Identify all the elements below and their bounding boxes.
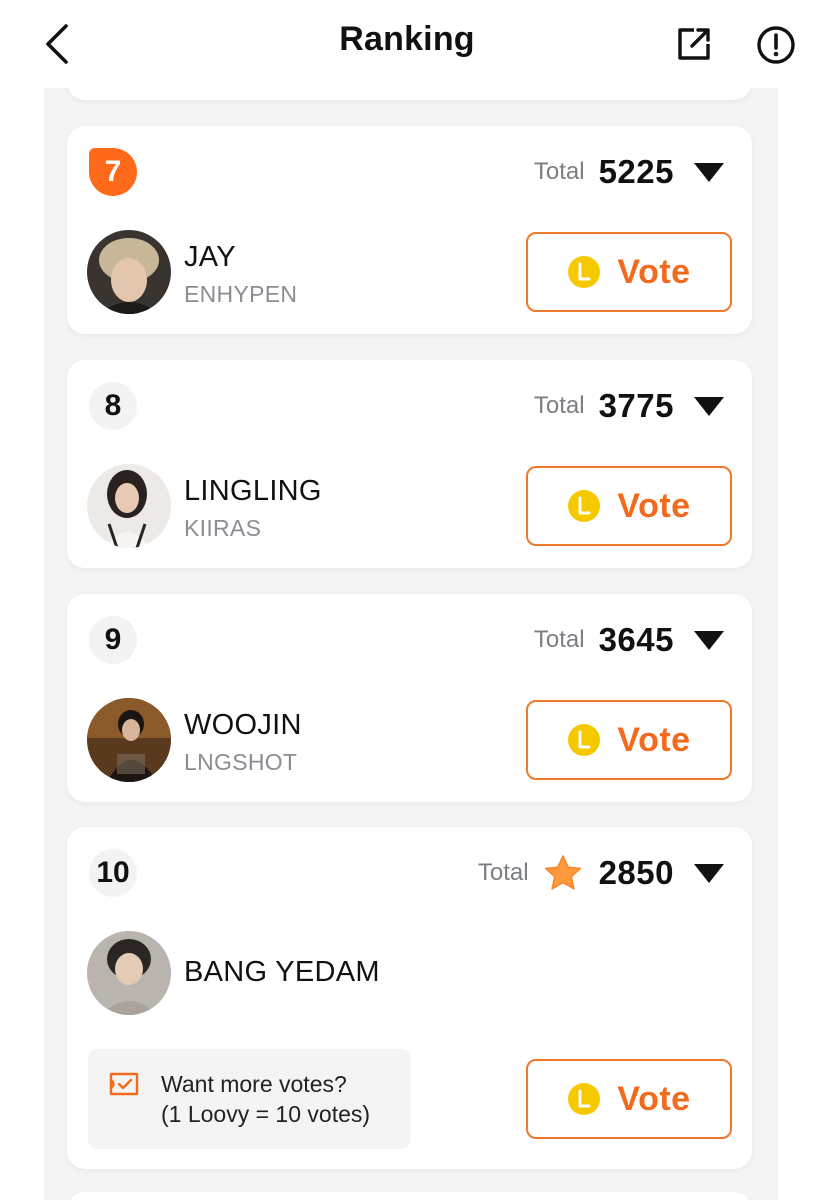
header-bar: Ranking [0,0,814,88]
caret-down-icon[interactable] [694,863,724,883]
artist-group: KIIRAS [184,515,262,541]
total-count: 5225 [598,153,674,190]
total-votes[interactable]: Total 2850 [478,851,724,895]
total-label: Total [533,392,585,419]
avatar [87,698,171,782]
rank-badge: 10 [89,849,137,897]
coin-icon [568,490,601,522]
more-votes-banner[interactable]: Want more votes? (1 Loovy = 10 votes) [88,1049,411,1149]
total-label: Total [477,859,529,886]
artist-name: JAY [184,241,236,273]
total-label: Total [533,626,585,653]
rank-badge: 7 [89,148,137,196]
info-circle-icon[interactable] [754,23,798,67]
vote-label: Vote [617,720,691,759]
ranking-card[interactable]: 8 Total 3775 LINGLING KIIRAS Vote [67,360,752,568]
promo-line-2: (1 Loovy = 10 votes) [161,1101,371,1127]
vote-button[interactable]: Vote [526,232,732,312]
avatar [87,931,171,1015]
avatar [87,464,171,548]
vote-label: Vote [617,252,691,291]
rank-badge: 9 [89,616,137,664]
coin-icon [568,256,601,288]
coin-icon [568,724,601,756]
vote-button[interactable]: Vote [526,466,732,546]
coin-icon [568,1083,601,1115]
total-votes[interactable]: Total 3775 [534,384,724,428]
total-votes[interactable]: Total 5225 [534,150,724,194]
total-votes[interactable]: Total 3645 [534,618,724,662]
total-count: 3645 [598,621,674,658]
vote-ticket-icon [109,1072,139,1096]
rank-badge: 8 [89,382,137,430]
ranking-card[interactable]: 7 Total 5225 JAY ENHYPEN Vote [67,126,752,334]
ranking-card-partial [67,1192,752,1200]
artist-group: ENHYPEN [184,281,298,307]
artist-group: LNGSHOT [184,749,298,775]
ranking-card[interactable]: 9 Total 3645 WOOJIN LNGSHOT Vote [67,594,752,802]
caret-down-icon[interactable] [694,396,724,416]
ranking-card[interactable]: 10 Total 2850 BANG YEDAM Want more votes… [67,827,752,1169]
promo-line-1: Want more votes? [161,1071,347,1097]
artist-name: BANG YEDAM [184,956,380,988]
star-icon [544,855,581,890]
external-link-icon[interactable] [674,24,714,64]
vote-label: Vote [617,1079,691,1118]
avatar [87,230,171,314]
artist-name: WOOJIN [184,709,302,741]
total-count: 3775 [598,387,674,424]
caret-down-icon[interactable] [694,630,724,650]
vote-button[interactable]: Vote [526,700,732,780]
vote-button[interactable]: Vote [526,1059,732,1139]
artist-name: LINGLING [184,475,322,507]
total-label: Total [533,158,585,185]
total-count: 2850 [598,854,674,891]
vote-label: Vote [617,486,691,525]
caret-down-icon[interactable] [694,162,724,182]
